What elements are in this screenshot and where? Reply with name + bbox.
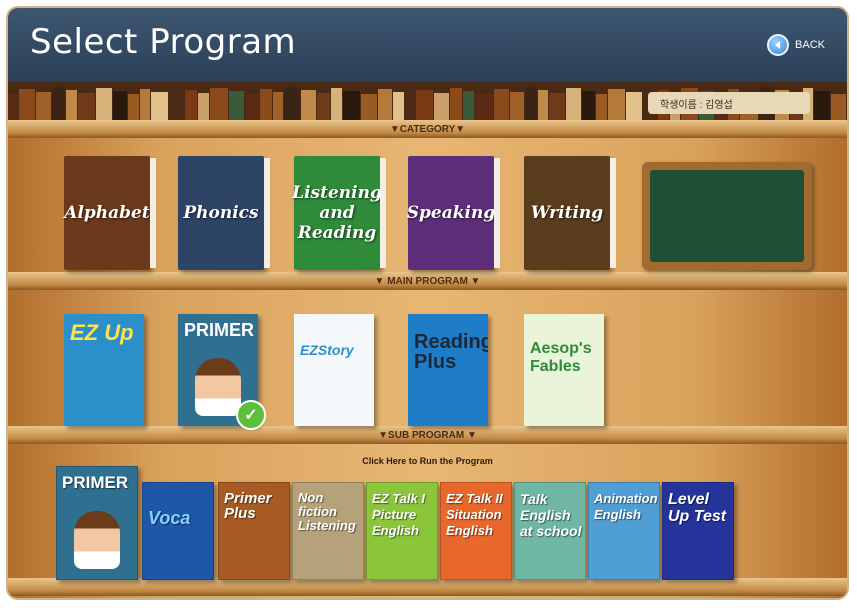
sub-program-nonfiction-listening-title: Non fiction Listening xyxy=(298,490,356,533)
decorative-book-spine xyxy=(525,87,537,124)
category-writing-label: Writing xyxy=(530,203,604,223)
sub-program-primer-plus-title: Primer Plus xyxy=(224,490,272,522)
main-program-ezstory-title: EZStory xyxy=(300,342,354,358)
category-writing[interactable]: Writing xyxy=(524,156,616,270)
main-program-reading-plus-title: Reading Plus xyxy=(414,331,488,373)
main-program-ez-up-title: EZ Up xyxy=(70,320,134,345)
sub-program-primer-title: PRIMER xyxy=(62,473,129,492)
category-label: ▼CATEGORY▼ xyxy=(389,124,466,135)
main-program-aesops-fables[interactable]: Aesop's Fables xyxy=(524,314,604,426)
sub-program-ez-talk-1[interactable]: EZ Talk I Picture English xyxy=(366,482,438,580)
decorative-book-spine xyxy=(449,88,463,124)
back-label: BACK xyxy=(795,39,825,51)
decorative-book-spine xyxy=(96,88,112,124)
decorative-book-spine xyxy=(405,87,416,124)
main-program-aesops-fables-title: Aesop's Fables xyxy=(530,340,592,375)
page-title: Select Program xyxy=(30,22,297,62)
decorative-book-spine xyxy=(301,90,317,124)
back-button[interactable]: BACK xyxy=(767,34,825,56)
sub-program-primer[interactable]: PRIMER xyxy=(56,466,138,580)
decorative-book-spine xyxy=(184,90,198,124)
sub-program-talk-english[interactable]: Talk English at school xyxy=(514,482,586,580)
student-name-label: 학생이름 : 김영섭 xyxy=(648,92,810,114)
decorative-book-spine xyxy=(283,87,301,124)
sub-program-level-up-test[interactable]: Level Up Test xyxy=(662,482,734,580)
sub-program-ez-talk-2[interactable]: EZ Talk II Situation English xyxy=(440,482,512,580)
main-program-primer-title: PRIMER xyxy=(184,320,255,340)
header-bar: Select Program BACK xyxy=(8,8,847,82)
sub-program-label: ▼SUB PROGRAM ▼ xyxy=(378,430,477,441)
decorative-book-spine xyxy=(416,90,433,124)
category-alphabet-label: Alphabet xyxy=(64,203,150,223)
decorative-book-spine xyxy=(607,89,626,124)
main-program-label: ▼ MAIN PROGRAM ▼ xyxy=(374,276,481,287)
sub-program-voca-title: Voca xyxy=(148,508,191,528)
decorative-book-spine xyxy=(168,87,184,124)
category-listening-reading[interactable]: Listening and Reading xyxy=(292,156,386,270)
run-program-hint[interactable]: Click Here to Run the Program xyxy=(8,456,847,466)
decorative-book-spine xyxy=(210,88,228,124)
chalkboard xyxy=(642,162,812,270)
decorative-book-spine xyxy=(330,88,342,124)
selected-check-icon: ✓ xyxy=(236,400,266,430)
shelf-board-bottom xyxy=(8,578,847,596)
sub-program-ez-talk-2-title: EZ Talk II Situation English xyxy=(446,491,503,538)
sub-program-talk-english-title: Talk English at school xyxy=(520,491,582,539)
category-phonics-label: Phonics xyxy=(183,203,259,223)
sub-girl-portrait-image xyxy=(74,511,120,569)
decorative-book-spine xyxy=(377,89,392,124)
category-listening-reading-label: Listening and Reading xyxy=(292,183,382,243)
category-alphabet[interactable]: Alphabet xyxy=(64,156,156,270)
chalkboard-surface xyxy=(650,170,804,262)
category-speaking-label: Speaking xyxy=(406,203,496,223)
category-speaking[interactable]: Speaking xyxy=(407,156,500,270)
main-program-ezstory[interactable]: EZStory xyxy=(294,314,374,426)
decorative-book-spine xyxy=(140,89,151,124)
sub-program-primer-plus[interactable]: Primer Plus xyxy=(218,482,290,580)
sub-program-level-up-test-title: Level Up Test xyxy=(668,491,727,525)
decorative-book-spine xyxy=(566,88,582,124)
decorative-book-spine xyxy=(52,87,65,124)
main-program-ez-up[interactable]: EZ Up xyxy=(64,314,144,426)
decorative-book-spine xyxy=(493,89,510,124)
sub-program-animation-english-title: Animation English xyxy=(594,491,658,522)
decorative-book-spine xyxy=(537,90,548,124)
sub-program-animation-english[interactable]: Animation English xyxy=(588,482,660,580)
sub-program-voca[interactable]: Voca xyxy=(142,482,214,580)
category-phonics[interactable]: Phonics xyxy=(178,156,270,270)
back-arrow-icon xyxy=(767,34,790,56)
sub-program-ez-talk-1-title: EZ Talk I Picture English xyxy=(372,491,425,538)
app-frame: Select Program BACK 학생이름 : 김영섭 ▼CATEGORY… xyxy=(6,6,849,600)
decorative-book-spine xyxy=(260,89,272,124)
decorative-book-spine xyxy=(18,89,36,124)
sub-program-nonfiction-listening[interactable]: Non fiction Listening xyxy=(292,482,364,580)
main-program-reading-plus[interactable]: Reading Plus xyxy=(408,314,488,426)
decorative-book-spine xyxy=(65,90,77,124)
girl-portrait-image xyxy=(195,358,241,416)
